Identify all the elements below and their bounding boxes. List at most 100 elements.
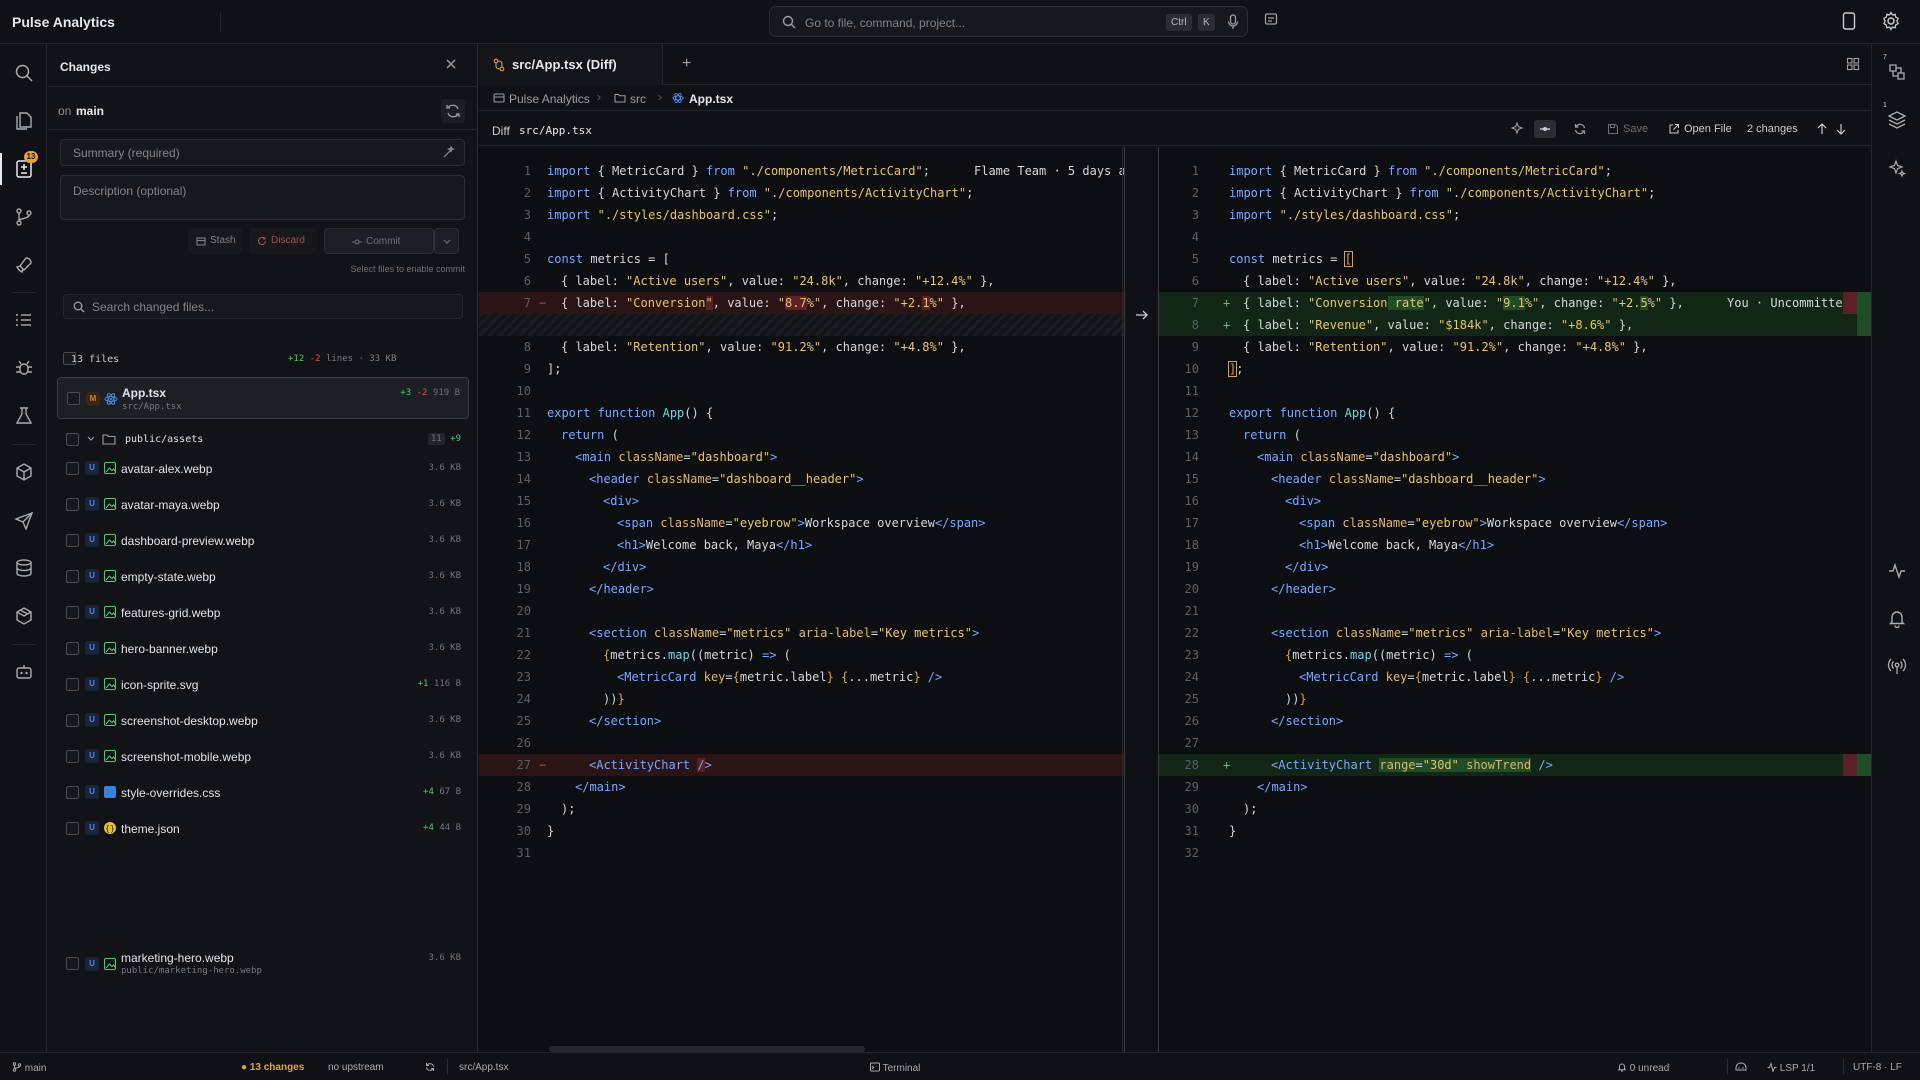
- breadcrumb-project[interactable]: Pulse Analytics: [509, 92, 590, 106]
- discard-button[interactable]: Discard: [249, 228, 317, 254]
- branch-status[interactable]: main: [12, 1062, 46, 1074]
- commit-button[interactable]: Commit: [324, 228, 434, 254]
- file-checkbox[interactable]: [66, 714, 79, 727]
- commit-options-button[interactable]: [434, 228, 459, 254]
- terminal-toggle[interactable]: Terminal: [870, 1062, 920, 1074]
- robot-icon[interactable]: [14, 662, 34, 682]
- layout-grid-icon[interactable]: [1846, 57, 1860, 71]
- bell-icon[interactable]: [1887, 608, 1907, 628]
- file-size: 3.6 KB: [428, 643, 461, 653]
- file-row[interactable]: Uhero-banner.webp 3.6 KB: [57, 632, 469, 664]
- file-size: 3.6 KB: [428, 463, 461, 473]
- folder-checkbox[interactable]: [66, 433, 79, 446]
- file-row-app-tsx[interactable]: M App.tsx src/App.tsx +3 -2 919 B: [57, 377, 469, 419]
- notifications-status[interactable]: 0 unread: [1617, 1062, 1669, 1074]
- lines-added: +12: [288, 354, 305, 364]
- code-line: 11 export function App() {: [516, 406, 714, 420]
- file-checkbox[interactable]: [67, 392, 80, 405]
- file-row[interactable]: Uavatar-maya.webp 3.6 KB: [57, 488, 469, 520]
- activity-pulse-icon[interactable]: [1887, 560, 1907, 580]
- file-size: 3.6 KB: [428, 535, 461, 545]
- json-file-icon: {}: [103, 821, 117, 835]
- file-row[interactable]: Ustyle-overrides.css +4 67 B: [57, 776, 469, 808]
- box-icon[interactable]: [14, 606, 34, 626]
- rocket-icon[interactable]: [14, 255, 34, 275]
- activity-separator: [12, 292, 36, 293]
- commit-summary-input[interactable]: [60, 139, 465, 166]
- changed-files-search-input[interactable]: [92, 296, 452, 317]
- package-icon[interactable]: [14, 462, 34, 482]
- search-icon[interactable]: [14, 63, 34, 83]
- search-icon: [782, 15, 796, 29]
- tasks-list-icon[interactable]: [14, 310, 34, 330]
- diff-original-pane[interactable]: 1 import { MetricCard } from "./component…: [479, 147, 1124, 1052]
- sync-icon[interactable]: [425, 1062, 435, 1072]
- microphone-icon[interactable]: [1226, 14, 1240, 30]
- code-line: 17 <span className="eyebrow">Workspace ov…: [1184, 516, 1668, 530]
- file-row-marketing-hero[interactable]: U marketing-hero.webp public/marketing-h…: [57, 943, 469, 985]
- file-stats: 3.6 KB: [428, 499, 461, 509]
- refresh-button[interactable]: [441, 99, 465, 123]
- refresh-icon[interactable]: [1573, 120, 1587, 138]
- folder-row-public-assets[interactable]: public/assets 11 +9: [57, 423, 469, 455]
- file-checkbox[interactable]: [66, 606, 79, 619]
- file-checkbox[interactable]: [66, 570, 79, 583]
- file-checkbox[interactable]: [66, 498, 79, 511]
- tab-app-tsx-diff[interactable]: src/App.tsx (Diff): [479, 44, 663, 85]
- file-row[interactable]: Udashboard-preview.webp 3.6 KB: [57, 524, 469, 556]
- file-row[interactable]: Uempty-state.webp 3.6 KB: [57, 560, 469, 592]
- source-compare-icon[interactable]: 7: [1883, 54, 1907, 82]
- commit-description-input[interactable]: [60, 175, 465, 220]
- file-checkbox[interactable]: [66, 822, 79, 835]
- source-control-changes-icon[interactable]: 13: [0, 151, 38, 185]
- changes-status[interactable]: ● 13 changes: [241, 1062, 304, 1073]
- settings-gear-icon[interactable]: [1881, 11, 1901, 31]
- file-checkbox[interactable]: [66, 462, 79, 475]
- right-activity-bar: 7 1: [1871, 44, 1920, 1052]
- file-row[interactable]: Uicon-sprite.svg +1 116 B: [57, 668, 469, 700]
- file-row[interactable]: Ufeatures-grid.webp 3.6 KB: [57, 596, 469, 628]
- git-branch-icon[interactable]: [14, 207, 34, 227]
- inline-diff-toggle-icon[interactable]: [1534, 120, 1556, 138]
- new-tab-plus-icon[interactable]: +: [682, 55, 691, 73]
- encoding-status[interactable]: UTF-8 · LF: [1853, 1062, 1902, 1073]
- phone-preview-icon[interactable]: [1842, 12, 1856, 30]
- panel-layout-icon[interactable]: [1264, 12, 1278, 26]
- file-checkbox[interactable]: [66, 642, 79, 655]
- database-icon[interactable]: [14, 558, 34, 578]
- chevron-down-icon[interactable]: [86, 434, 96, 444]
- close-icon[interactable]: [445, 58, 457, 70]
- file-checkbox[interactable]: [66, 957, 79, 970]
- breadcrumb-file[interactable]: App.tsx: [689, 92, 733, 106]
- ai-sparkle-icon[interactable]: [1887, 158, 1907, 178]
- added-code-line: 7 +{ label: "Conversion rate", value: "9.…: [1159, 292, 1871, 314]
- file-checkbox[interactable]: [66, 750, 79, 763]
- file-row[interactable]: Uscreenshot-desktop.webp 3.6 KB: [57, 704, 469, 736]
- next-change-arrow-down-icon[interactable]: [1836, 120, 1846, 138]
- current-file-status[interactable]: src/App.tsx: [459, 1062, 508, 1073]
- files-icon[interactable]: [14, 111, 34, 131]
- revert-change-arrow-icon[interactable]: [1135, 309, 1149, 321]
- file-row[interactable]: U {} theme.json +4 44 B: [57, 812, 469, 844]
- copilot-icon[interactable]: [1735, 1062, 1747, 1072]
- flask-icon[interactable]: [14, 406, 34, 426]
- ai-sparkle-icon[interactable]: [1510, 120, 1524, 138]
- stash-button[interactable]: Stash: [188, 228, 242, 254]
- ai-generate-icon[interactable]: [442, 145, 456, 159]
- previous-change-arrow-up-icon[interactable]: [1817, 120, 1827, 138]
- file-row[interactable]: Uscreenshot-mobile.webp 3.6 KB: [57, 740, 469, 772]
- file-checkbox[interactable]: [66, 534, 79, 547]
- changed-files-search[interactable]: [63, 294, 463, 319]
- send-icon[interactable]: [14, 510, 34, 530]
- code-line: 19 </div>: [1184, 560, 1329, 574]
- file-row[interactable]: Uavatar-alex.webp 3.6 KB: [57, 452, 469, 484]
- file-checkbox[interactable]: [66, 786, 79, 799]
- broadcast-icon[interactable]: [1887, 656, 1907, 676]
- breadcrumb-folder[interactable]: src: [630, 92, 646, 106]
- layers-icon[interactable]: 1: [1883, 102, 1907, 130]
- file-checkbox[interactable]: [66, 678, 79, 691]
- bug-icon[interactable]: [14, 358, 34, 378]
- lsp-status[interactable]: LSP 1/1: [1767, 1062, 1815, 1074]
- command-palette-search[interactable]: Go to file, command, project... Ctrl K: [769, 6, 1248, 37]
- diff-modified-pane[interactable]: 1 import { MetricCard } from "./component…: [1159, 147, 1871, 1052]
